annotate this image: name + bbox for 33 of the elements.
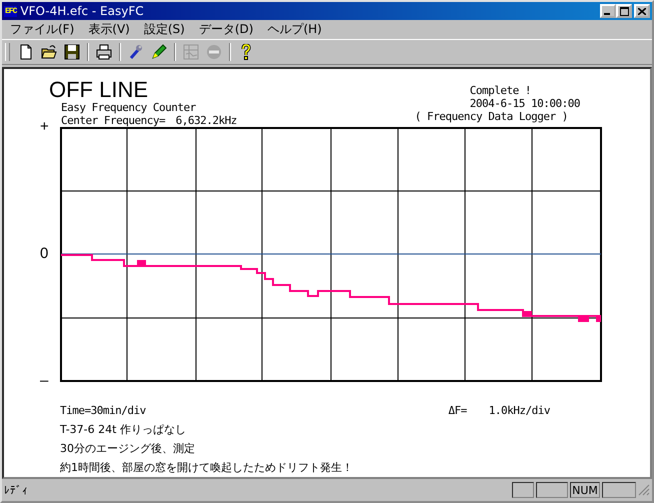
center-frequency: Center Frequency= 6,632.2kHz [61,114,237,127]
note-line: 30分のエージング後、測定 [60,442,196,456]
date-time: 2004-6-15 10:00:00 [470,97,580,110]
time-scale: Time=30min/div [60,404,146,417]
note-line: T-37-6 24t 作りっぱなし [60,423,187,437]
status-panel [536,482,568,498]
menu-item[interactable]: 設定(S) [144,21,185,38]
window-title: VFO-4H.efc - EasyFC [20,4,145,18]
y-axis-label: – [40,373,48,388]
y-axis-label: + [40,119,49,134]
status-indicator: NUM [570,482,600,498]
close-icon [638,8,646,14]
status-panel [512,482,534,498]
note-line: 約1時間後、部屋の窓を開けて喚起したためドリフト発生！ [60,461,354,475]
delta-f-value: 1.0kHz/div [488,404,550,417]
y-axis-label: 0 [40,246,48,261]
logger-mode: ( Frequency Data Logger ) [414,110,569,123]
minimize-button[interactable] [600,4,616,18]
close-button[interactable] [634,4,650,18]
status-text: ﾚﾃﾞｨ [4,484,29,496]
subtitle: Easy Frequency Counter [61,101,197,114]
resize-grip-icon[interactable] [638,484,650,496]
maximize-button[interactable] [616,4,632,18]
menu-item[interactable]: ファイル(F) [10,21,74,38]
menu-item[interactable]: 表示(V) [88,21,130,38]
status-panel [602,482,636,498]
connection-status: OFF LINE [49,79,150,101]
maximize-icon [620,6,628,16]
menu-item[interactable]: データ(D) [198,21,254,38]
menu-item[interactable]: ヘルプ(H) [267,21,322,38]
app-logo-icon: EFC [4,6,18,16]
delta-f-label: ΔF= [448,404,467,417]
measurement-state: Complete ! [470,84,532,97]
